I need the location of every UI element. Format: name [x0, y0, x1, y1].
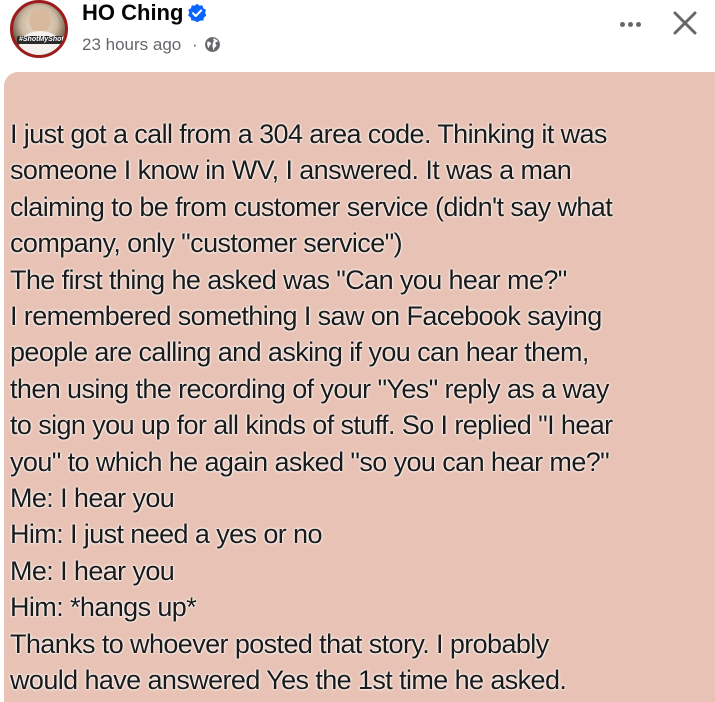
author-avatar[interactable]: #ShotMyShot — [10, 0, 68, 58]
post-text-line: Me: I hear you — [10, 555, 175, 586]
post-text-line: Thanks to whoever posted that story. I p… — [10, 628, 549, 659]
post-header: #ShotMyShot HO Ching 23 hours ago · — [0, 0, 715, 72]
post-text-line: The first thing he asked was "Can you he… — [10, 264, 567, 295]
post-text-line: Me: I hear you — [10, 483, 175, 514]
post-text-line: I remembered something I saw on Facebook… — [10, 301, 602, 332]
avatar-badge: #ShotMyShot — [17, 36, 65, 44]
post-text-line: someone I know in WV, I answered. It was… — [10, 155, 572, 186]
author-name[interactable]: HO Ching — [82, 0, 183, 26]
more-options-icon[interactable] — [612, 10, 648, 38]
post-text-line: claiming to be from customer service (di… — [10, 191, 613, 222]
more-dot — [619, 21, 625, 27]
post-text-line: would have answered Yes the 1st time he … — [10, 665, 567, 696]
post-text-line: I just got a call from a 304 area code. … — [10, 119, 607, 149]
post-text-line: company, only "customer service") — [10, 228, 403, 259]
post-text: I just got a call from a 304 area code. … — [10, 116, 710, 699]
verified-badge-icon — [188, 3, 207, 23]
avatar-face — [29, 9, 51, 33]
more-dot — [627, 21, 633, 27]
post-body: I just got a call from a 304 area code. … — [4, 72, 715, 702]
more-dot — [635, 21, 641, 27]
close-icon[interactable] — [668, 6, 702, 40]
post-text-line: to sign you up for all kinds of stuff. S… — [10, 410, 613, 441]
post-text-line: you" to which he again asked "so you can… — [10, 446, 610, 477]
post-text-line: people are calling and asking if you can… — [10, 337, 589, 368]
post-text-line: Him: I just need a yes or no — [10, 519, 322, 550]
post-text-line: then using the recording of your "Yes" r… — [10, 373, 609, 404]
timestamp-separator: · — [192, 35, 198, 54]
globe-icon[interactable] — [204, 36, 221, 53]
post-text-line: Him: *hangs up* — [10, 592, 197, 623]
post-timestamp[interactable]: 23 hours ago — [82, 34, 181, 56]
